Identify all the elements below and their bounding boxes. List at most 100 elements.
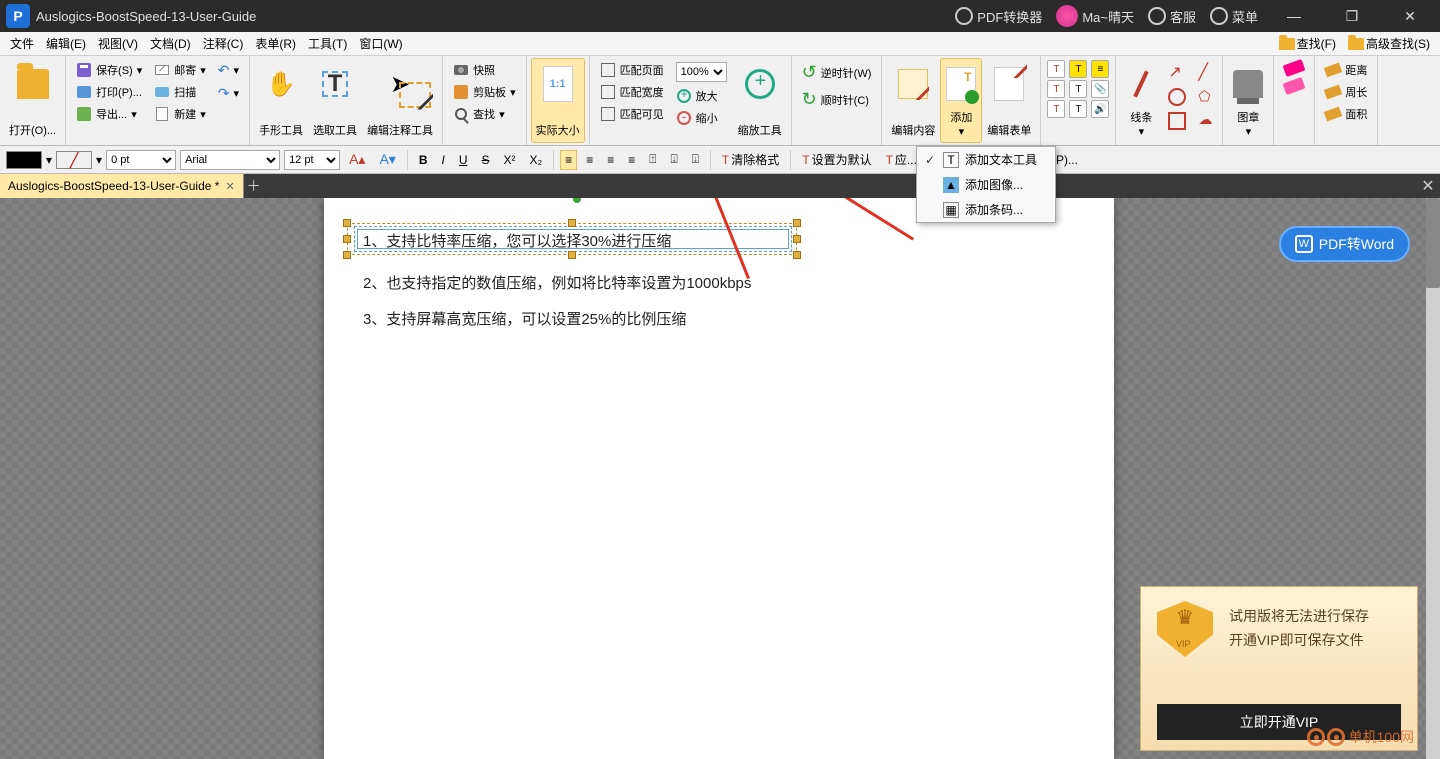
distance-button[interactable]: 距离 [1321,60,1371,80]
open-button[interactable]: 打开(O)... [4,58,61,143]
mail-button[interactable]: 邮寄▾ [150,60,210,80]
resize-handle-e[interactable] [793,235,801,243]
add-barcode-item[interactable]: ▦添加条码... [917,197,1055,222]
maximize-button[interactable]: ❐ [1330,0,1374,32]
new-tab-button[interactable]: ＋ [244,174,264,198]
align-justify-button[interactable]: ≡ [623,150,640,170]
edit-annotation-button[interactable]: ➤编辑注释工具 [362,58,438,143]
hand-tool-button[interactable]: ✋手形工具 [254,58,308,143]
menu-document[interactable]: 文档(D) [144,33,197,54]
resize-handle-se[interactable] [793,251,801,259]
export-button[interactable]: 导出...▾ [72,104,146,124]
increase-font-button[interactable]: A▴ [344,148,370,171]
menu-file[interactable]: 文件 [4,33,40,54]
scrollbar-thumb[interactable] [1426,198,1440,288]
fill-color-well[interactable] [6,151,42,169]
doc-line-2[interactable]: 2、也支持指定的数值压缩，例如将比特率设置为1000kbps [363,272,751,293]
stroke-size-select[interactable]: 0 pt [106,150,176,170]
menu-form[interactable]: 表单(R) [249,33,302,54]
menu-comment[interactable]: 注释(C) [197,33,250,54]
sound-icon[interactable]: 🔊 [1091,100,1109,118]
pdf-converter-button[interactable]: PDF转换器 [955,7,1042,26]
scan-button[interactable]: 扫描 [150,82,210,102]
zoom-in-button[interactable]: 放大 [672,86,731,106]
cloud-shape-button[interactable]: ☁ [1194,109,1216,130]
doc-line-3[interactable]: 3、支持屏幕高宽压缩，可以设置25%的比例压缩 [363,308,686,329]
rotate-cw-button[interactable]: ↻顺时针(C) [798,87,876,112]
resize-handle-s[interactable] [568,251,576,259]
pdf-to-word-button[interactable]: WPDF转Word [1279,226,1410,262]
font-size-select[interactable]: 12 pt [284,150,340,170]
form-tool-2-icon[interactable]: T [1047,80,1065,98]
highlight-icon[interactable]: T [1069,60,1087,78]
super-button[interactable]: X² [499,150,521,170]
lines-button[interactable]: 线条▾ [1120,58,1162,143]
attach-icon[interactable]: 📎 [1091,80,1109,98]
align-bottom-button[interactable]: ⍗ [687,149,704,170]
sub-button[interactable]: X₂ [525,150,548,170]
actual-size-button[interactable]: 1:1实际大小 [531,58,585,143]
document-tab[interactable]: Auslogics-BoostSpeed-13-User-Guide *✕ [0,174,244,198]
stamp-button[interactable]: 图章▾ [1227,58,1269,143]
menu-window[interactable]: 窗口(W) [353,33,408,54]
eraser2-button[interactable] [1280,78,1308,94]
fit-visible-button[interactable]: 匹配可见 [596,104,668,124]
add-text-tool-item[interactable]: ✓T添加文本工具 [917,147,1055,172]
add-button[interactable]: 添加▾ [940,58,982,143]
font-family-select[interactable]: Arial [180,150,280,170]
form-tool-1-icon[interactable]: T [1047,60,1065,78]
arrow-shape-button[interactable]: ↗ [1164,60,1190,84]
zoom-out-button[interactable]: 缩小 [672,108,731,128]
zoom-tool-button[interactable]: 缩放工具 [733,58,787,143]
find-tool-button[interactable]: 查找▾ [449,104,520,124]
line-shape-button[interactable]: ╱ [1194,60,1216,84]
resize-handle-n[interactable] [568,219,576,227]
menu-tools[interactable]: 工具(T) [302,33,353,54]
align-right-button[interactable]: ≡ [602,150,619,170]
advanced-find-button[interactable]: 高级查找(S) [1342,35,1436,52]
decrease-font-button[interactable]: A▾ [374,148,400,171]
edit-form-button[interactable]: 编辑表单 [982,58,1036,143]
minimize-button[interactable]: ― [1272,0,1316,32]
form-tool-5-icon[interactable]: T [1069,80,1087,98]
add-image-item[interactable]: ▲添加图像... [917,172,1055,197]
redo-button[interactable]: ↷▾ [214,83,243,104]
resize-handle-nw[interactable] [343,219,351,227]
circle-shape-button[interactable] [1164,86,1190,108]
save-button[interactable]: 保存(S)▾ [72,60,146,80]
area-button[interactable]: 面积 [1321,104,1371,124]
find-button[interactable]: 查找(F) [1273,35,1342,52]
strike-button[interactable]: S [477,150,495,170]
edit-content-button[interactable]: 编辑内容 [886,58,940,143]
new-button[interactable]: 新建▾ [150,104,210,124]
set-default-button[interactable]: T设置为默认 [797,148,876,171]
poly-shape-button[interactable]: ⬠ [1194,86,1216,107]
clear-format-button[interactable]: T清除格式 [717,148,784,171]
user-profile[interactable]: Ma~晴天 [1056,5,1134,27]
fit-page-button[interactable]: 匹配页面 [596,60,668,80]
resize-handle-w[interactable] [343,235,351,243]
align-middle-button[interactable]: ⍗ [665,149,682,170]
form-tool-3-icon[interactable]: T [1047,100,1065,118]
vertical-scrollbar[interactable] [1426,198,1440,759]
menu-edit[interactable]: 编辑(E) [40,33,92,54]
bold-button[interactable]: B [414,150,433,170]
close-button[interactable]: ✕ [1388,0,1432,32]
rotate-ccw-button[interactable]: ↺逆时针(W) [798,60,876,85]
print-button[interactable]: 打印(P)... [72,82,146,102]
square-shape-button[interactable] [1164,110,1190,132]
stroke-color-well[interactable]: ╱ [56,151,92,169]
italic-button[interactable]: I [436,150,449,170]
eraser1-button[interactable] [1280,60,1308,76]
underline-button[interactable]: U [454,150,473,170]
clipboard-button[interactable]: 剪贴板▾ [449,82,520,102]
align-left-button[interactable]: ≡ [560,150,577,170]
close-all-tabs-button[interactable]: ✕ [1416,174,1440,198]
fit-width-button[interactable]: 匹配宽度 [596,82,668,102]
form-tool-6-icon[interactable]: T [1069,100,1087,118]
main-menu-button[interactable]: 菜单 [1210,7,1258,26]
align-center-button[interactable]: ≡ [581,150,598,170]
perimeter-button[interactable]: 周长 [1321,82,1371,102]
support-button[interactable]: 客服 [1148,7,1196,26]
snapshot-button[interactable]: 快照 [449,60,520,80]
